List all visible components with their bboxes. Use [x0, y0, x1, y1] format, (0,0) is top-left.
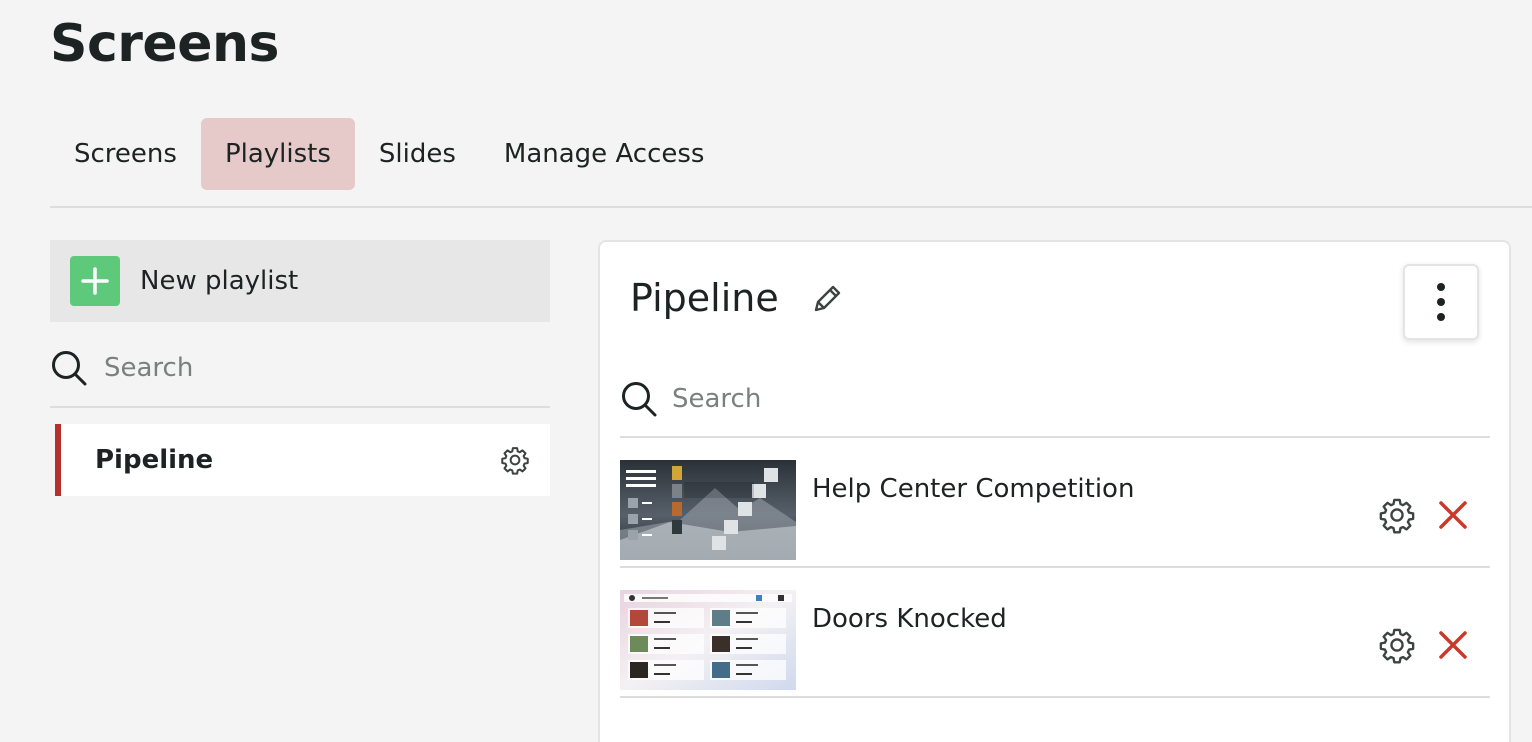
more-options-button[interactable] [1403, 264, 1479, 340]
slide-name: Help Center Competition [812, 474, 1135, 504]
slide-thumbnail [620, 590, 796, 690]
playlist-item-label: Pipeline [95, 445, 214, 475]
page-title: Screens [50, 14, 279, 74]
slide-row: Doors Knocked [620, 568, 1490, 698]
gear-icon[interactable] [1378, 626, 1416, 664]
new-playlist-button[interactable]: New playlist [50, 240, 550, 322]
gear-icon[interactable] [500, 445, 530, 475]
playlist-search-input[interactable] [104, 353, 524, 383]
plus-icon [70, 256, 120, 306]
kebab-menu-icon [1436, 282, 1446, 322]
gear-icon[interactable] [1378, 496, 1416, 534]
search-icon [50, 349, 88, 387]
slide-row: Help Center Competition [620, 438, 1490, 568]
playlist-detail-panel: Pipeline Search Help Center Competition … [598, 240, 1511, 742]
tab-slides[interactable]: Slides [355, 118, 480, 190]
playlist-title: Pipeline [630, 276, 779, 320]
tab-screens[interactable]: Screens [50, 118, 201, 190]
tab-bar: Screens Playlists Slides Manage Access [50, 118, 728, 190]
pencil-icon[interactable] [810, 282, 844, 316]
new-playlist-label: New playlist [140, 266, 299, 296]
tab-manage-access[interactable]: Manage Access [480, 118, 729, 190]
slide-name: Doors Knocked [812, 604, 1007, 634]
search-icon [620, 380, 658, 418]
close-icon[interactable] [1438, 630, 1468, 660]
slide-thumbnail [620, 460, 796, 560]
slide-search [620, 362, 1490, 438]
tabs-divider [50, 206, 1532, 208]
close-icon[interactable] [1438, 500, 1468, 530]
playlist-item-pipeline[interactable]: Pipeline [55, 424, 550, 496]
slide-search-input[interactable] [672, 384, 1452, 414]
playlist-search [50, 330, 550, 408]
tab-playlists[interactable]: Playlists [200, 118, 355, 190]
